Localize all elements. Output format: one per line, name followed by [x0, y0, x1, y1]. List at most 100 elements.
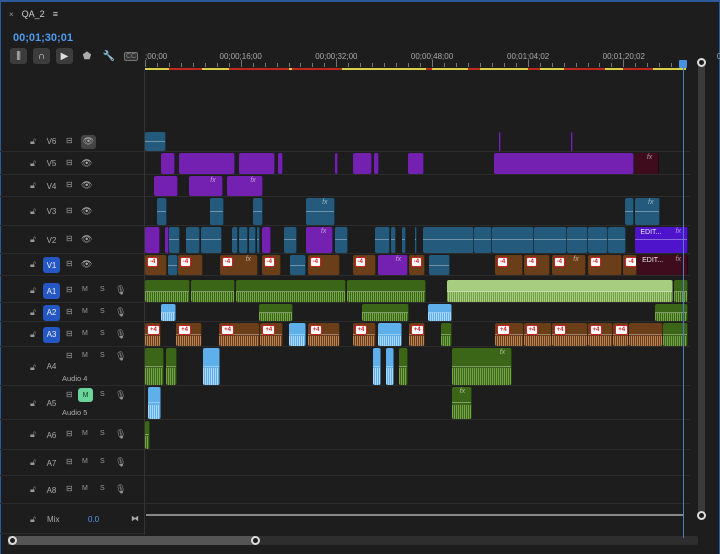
- lock-icon[interactable]: 🔓︎: [30, 136, 36, 147]
- sync-lock-icon[interactable]: ⊟: [66, 307, 73, 316]
- lock-icon[interactable]: 🔓︎: [30, 398, 36, 409]
- clip[interactable]: [231, 227, 238, 253]
- sync-lock-icon[interactable]: ⊟: [66, 136, 73, 145]
- playhead-line[interactable]: [683, 68, 685, 538]
- clip[interactable]: [335, 153, 339, 174]
- track-target-a5[interactable]: A5: [43, 395, 60, 411]
- mute-button[interactable]: M: [82, 485, 88, 492]
- clip[interactable]: fx: [226, 176, 263, 196]
- lock-icon[interactable]: 🔓︎: [30, 329, 36, 340]
- voiceover-mic-icon[interactable]: 🎙︎: [115, 429, 126, 440]
- clip[interactable]: -4: [177, 255, 203, 275]
- clip[interactable]: [587, 227, 609, 253]
- clip[interactable]: [402, 227, 407, 253]
- clip[interactable]: [249, 227, 256, 253]
- clip[interactable]: -4 fx: [551, 255, 586, 275]
- mute-button[interactable]: M: [78, 388, 93, 402]
- track-target-v5[interactable]: V5: [43, 156, 60, 172]
- clip[interactable]: [147, 387, 162, 419]
- vertical-scrollbar[interactable]: [697, 60, 706, 520]
- clip[interactable]: [533, 227, 567, 253]
- sync-lock-icon[interactable]: ⊟: [66, 351, 73, 360]
- track-target-v4[interactable]: V4: [43, 178, 60, 194]
- mix-volume-value[interactable]: 0.0: [88, 515, 99, 524]
- mute-button[interactable]: M: [82, 308, 88, 315]
- clip[interactable]: [256, 227, 261, 253]
- lock-icon[interactable]: 🔓︎: [30, 307, 36, 318]
- clip[interactable]: [209, 198, 224, 225]
- clip[interactable]: [353, 153, 373, 174]
- eye-visibility-icon[interactable]: 👁︎: [81, 158, 92, 169]
- clip[interactable]: [261, 227, 271, 253]
- clip[interactable]: -4: [352, 255, 376, 275]
- clip[interactable]: +4: [307, 323, 340, 346]
- clip[interactable]: [145, 348, 165, 385]
- lock-icon[interactable]: 🔓︎: [30, 285, 36, 296]
- clip[interactable]: fx: [306, 227, 334, 253]
- clip[interactable]: [347, 280, 427, 302]
- sync-lock-icon[interactable]: ⊟: [66, 390, 73, 399]
- mix-volume-line[interactable]: [146, 514, 684, 516]
- solo-button[interactable]: S: [100, 430, 105, 437]
- clip[interactable]: EDIT... fx: [635, 227, 688, 253]
- clip[interactable]: [145, 132, 166, 151]
- clip[interactable]: [238, 153, 275, 174]
- clip[interactable]: -4: [261, 255, 281, 275]
- clip[interactable]: [235, 280, 346, 302]
- solo-button[interactable]: S: [100, 286, 105, 293]
- sync-lock-icon[interactable]: ⊟: [66, 206, 73, 215]
- solo-button[interactable]: S: [100, 391, 105, 398]
- clip[interactable]: EDIT... fx: [637, 255, 688, 275]
- clip[interactable]: +4: [494, 323, 524, 346]
- clip[interactable]: [145, 227, 160, 253]
- clip[interactable]: [185, 227, 200, 253]
- clip[interactable]: [161, 304, 177, 321]
- clip[interactable]: +4: [408, 323, 425, 346]
- snap-magnet-icon[interactable]: ∩: [33, 48, 50, 64]
- lock-icon[interactable]: 🔓︎: [30, 514, 36, 525]
- clip[interactable]: [252, 198, 264, 225]
- clip[interactable]: [372, 348, 382, 385]
- track-target-a7[interactable]: A7: [43, 455, 60, 471]
- clip[interactable]: [374, 153, 380, 174]
- clip[interactable]: [375, 227, 391, 253]
- clip[interactable]: [629, 323, 663, 346]
- eye-visibility-icon[interactable]: 👁︎: [81, 206, 92, 217]
- clip[interactable]: -4: [623, 255, 637, 275]
- mute-button[interactable]: M: [82, 352, 88, 359]
- clip[interactable]: +4: [523, 323, 552, 346]
- scroll-handle-left[interactable]: [8, 536, 17, 545]
- horizontal-scrollbar[interactable]: [8, 536, 698, 545]
- sync-lock-icon[interactable]: ⊟: [66, 329, 73, 338]
- clip[interactable]: +4: [145, 323, 162, 346]
- lock-icon[interactable]: 🔓︎: [30, 158, 36, 169]
- clip[interactable]: [277, 153, 283, 174]
- clip[interactable]: -4: [145, 255, 168, 275]
- voiceover-mic-icon[interactable]: 🎙︎: [115, 484, 126, 495]
- clip[interactable]: [179, 153, 235, 174]
- clip[interactable]: [473, 227, 492, 253]
- clip[interactable]: [624, 198, 635, 225]
- track-target-v1[interactable]: V1: [43, 257, 60, 273]
- track-target-a4[interactable]: A4: [43, 359, 60, 375]
- clip[interactable]: [289, 255, 307, 275]
- lock-icon[interactable]: 🔓︎: [30, 180, 36, 191]
- clip[interactable]: [161, 153, 175, 174]
- wrench-settings-icon[interactable]: 🔧: [101, 48, 117, 64]
- clip[interactable]: [674, 280, 688, 302]
- clip[interactable]: +4: [176, 323, 202, 346]
- clip[interactable]: [203, 348, 220, 385]
- sync-lock-icon[interactable]: ⊟: [66, 285, 73, 294]
- clip[interactable]: [201, 227, 222, 253]
- mute-button[interactable]: M: [82, 458, 88, 465]
- clip[interactable]: [165, 348, 177, 385]
- solo-button[interactable]: S: [100, 485, 105, 492]
- voiceover-mic-icon[interactable]: 🎙︎: [115, 329, 126, 340]
- clip[interactable]: [423, 227, 474, 253]
- clip[interactable]: [415, 227, 418, 253]
- eye-visibility-icon[interactable]: 👁︎: [81, 180, 92, 191]
- pan-icon[interactable]: ⧓: [131, 514, 139, 523]
- clip[interactable]: [429, 255, 450, 275]
- sync-lock-icon[interactable]: ⊟: [66, 484, 73, 493]
- clip[interactable]: [378, 323, 403, 346]
